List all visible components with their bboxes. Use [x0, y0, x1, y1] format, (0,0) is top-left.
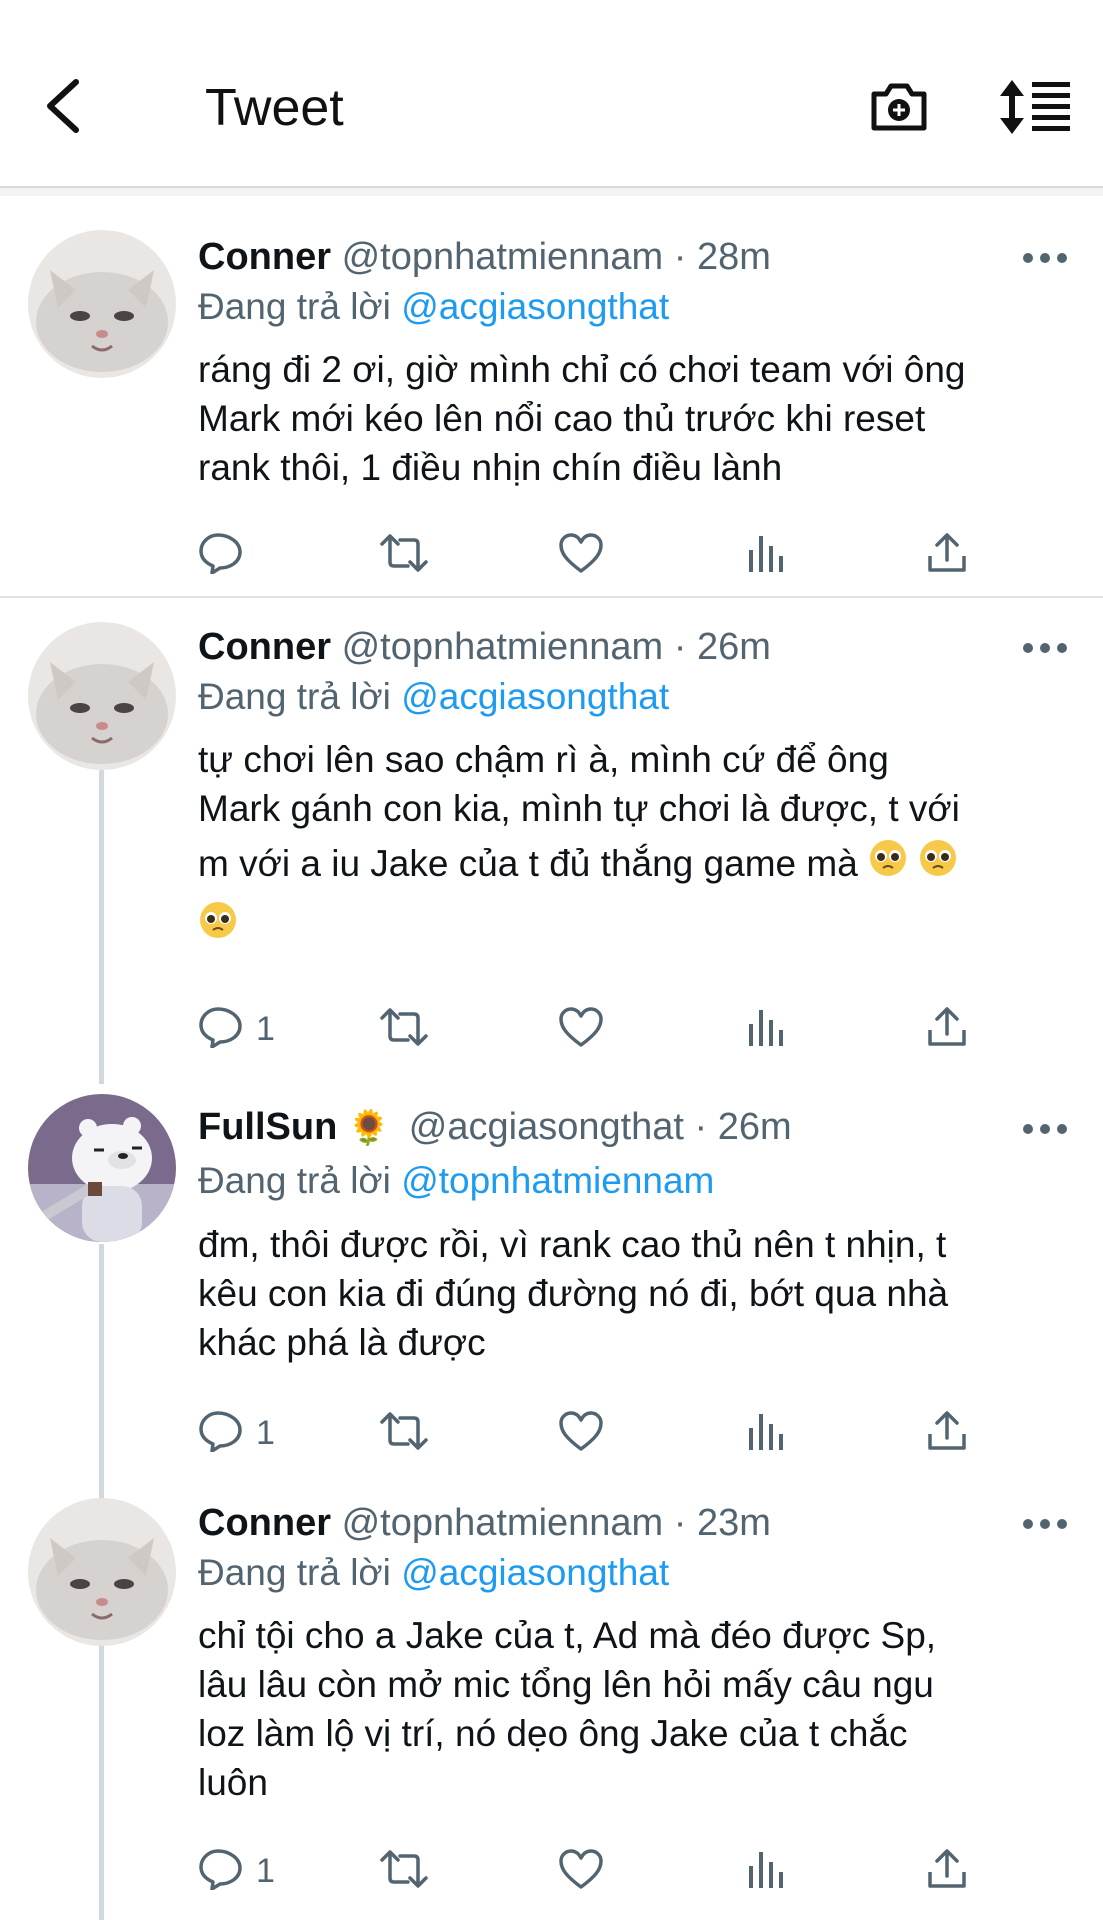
more-icon[interactable] [1020, 1122, 1070, 1136]
thread-line [99, 770, 104, 1084]
reply-count: 1 [256, 1414, 275, 1452]
tweet-line: ráng đi 2 ơi, giờ mình chỉ có chơi team … [198, 349, 966, 390]
handle-time: @topnhatmiennam · 23m [341, 1502, 771, 1544]
tweet-line: chỉ tội cho a Jake của t, Ad mà đéo được… [198, 1615, 937, 1656]
tweet-line: tự chơi lên sao chậm rì à, mình cứ để ôn… [198, 739, 889, 780]
tweet-line-with-emoji: m với a iu Jake của t đủ thắng game mà [198, 833, 1078, 895]
reply-icon [199, 1411, 242, 1452]
reply-icon [199, 1007, 242, 1048]
tweet-text: đm, thôi được rồi, vì rank cao thủ nên t… [198, 1220, 1078, 1367]
tweet-header: Conner @topnhatmiennam · 23m [198, 1502, 771, 1545]
tweet-header: FullSun 🌻 @acgiasongthat · 26m [198, 1106, 792, 1149]
replying-to: Đang trả lời @topnhatmiennam [198, 1160, 714, 1202]
tweet-divider [0, 596, 1103, 598]
action-bar: 1 [198, 1404, 1078, 1458]
tweet-text: ráng đi 2 ơi, giờ mình chỉ có chơi team … [198, 345, 1078, 492]
analytics-icon [749, 1010, 783, 1046]
camera-plus-icon[interactable] [868, 78, 930, 136]
sunflower-emoji: 🌻 [347, 1109, 391, 1147]
action-bar: 1 [198, 1000, 1078, 1054]
more-icon[interactable] [1020, 1517, 1070, 1531]
reply-to-handle[interactable]: @acgiasongthat [401, 286, 669, 327]
reply-prefix: Đang trả lời [198, 676, 391, 717]
pleading-face-emoji [868, 835, 908, 897]
more-icon[interactable] [1020, 641, 1070, 655]
thread-line [99, 1644, 104, 1920]
display-name[interactable]: FullSun [198, 1106, 337, 1148]
reply-icon [199, 1849, 242, 1890]
avatar[interactable] [28, 1498, 176, 1646]
heart-icon [559, 533, 603, 573]
reply-icon [199, 533, 242, 574]
tweet-line: rank thôi, 1 điều nhịn chín điều lành [198, 447, 783, 488]
display-name[interactable]: Conner [198, 626, 331, 668]
tweet-line-emoji [198, 895, 1078, 957]
tweet-line: khác phá là được [198, 1322, 486, 1363]
tweet-line: đm, thôi được rồi, vì rank cao thủ nên t… [198, 1224, 947, 1265]
tweet-line: Mark gánh con kia, mình tự chơi là được,… [198, 788, 960, 829]
avatar[interactable] [28, 230, 176, 378]
avatar[interactable] [28, 622, 176, 770]
analytics-icon [749, 1414, 783, 1450]
reply-prefix: Đang trả lời [198, 1160, 391, 1201]
tweet-line: luôn [198, 1762, 268, 1803]
reply-to-handle[interactable]: @acgiasongthat [401, 1552, 669, 1593]
tweet-line: kêu con kia đi đúng đường nó đi, bớt qua… [198, 1273, 949, 1314]
handle-time: @topnhatmiennam · 26m [341, 626, 771, 668]
share-icon [928, 1849, 966, 1888]
tweet-text: tự chơi lên sao chậm rì à, mình cứ để ôn… [198, 735, 1078, 957]
action-bar [198, 526, 1078, 580]
share-icon [928, 1007, 966, 1046]
handle-time: @acgiasongthat · 26m [408, 1106, 792, 1148]
display-name[interactable]: Conner [198, 1502, 331, 1544]
retweet-icon [380, 1850, 428, 1888]
retweet-icon [380, 1008, 428, 1046]
tweet-line: lâu lâu còn mở mic tổng lên hỏi mấy câu … [198, 1664, 934, 1705]
analytics-icon [749, 536, 783, 572]
reply-prefix: Đang trả lời [198, 1552, 391, 1593]
page-title: Tweet [205, 79, 344, 137]
tweet-line: m với a iu Jake của t đủ thắng game mà [198, 843, 858, 884]
replying-to: Đang trả lời @acgiasongthat [198, 286, 669, 328]
display-name[interactable]: Conner [198, 236, 331, 278]
back-arrow-icon[interactable] [40, 76, 90, 136]
replying-to: Đang trả lời @acgiasongthat [198, 1552, 669, 1594]
share-icon [928, 533, 966, 572]
heart-icon [559, 1007, 603, 1047]
handle-time: @topnhatmiennam · 28m [341, 236, 771, 278]
tweet-header: Conner @topnhatmiennam · 26m [198, 626, 771, 669]
action-bar: 1 [198, 1842, 1078, 1896]
retweet-icon [380, 1412, 428, 1450]
tweet-text: chỉ tội cho a Jake của t, Ad mà đéo được… [198, 1611, 1078, 1807]
retweet-icon [380, 534, 428, 572]
share-icon [928, 1411, 966, 1450]
heart-icon [559, 1411, 603, 1451]
reply-count: 1 [256, 1010, 275, 1048]
reply-to-handle[interactable]: @acgiasongthat [401, 676, 669, 717]
pleading-face-emoji [198, 897, 238, 959]
more-icon[interactable] [1020, 251, 1070, 265]
thread-line [99, 1244, 104, 1500]
tweet-line: loz làm lộ vị trí, nó dẹo ông Jake của t… [198, 1713, 908, 1754]
reply-count: 1 [256, 1852, 275, 1890]
tweet-header: Conner @topnhatmiennam · 28m [198, 236, 771, 279]
avatar[interactable] [28, 1094, 176, 1242]
reply-prefix: Đang trả lời [198, 286, 391, 327]
tweet-line: Mark mới kéo lên nổi cao thủ trước khi r… [198, 398, 926, 439]
sort-icon[interactable] [998, 80, 1072, 134]
heart-icon [559, 1849, 603, 1889]
pleading-face-emoji [918, 835, 958, 897]
analytics-icon [749, 1852, 783, 1888]
reply-to-handle[interactable]: @topnhatmiennam [401, 1160, 714, 1201]
top-bar: Tweet [0, 0, 1103, 188]
replying-to: Đang trả lời @acgiasongthat [198, 676, 669, 718]
header-divider [0, 188, 1103, 196]
